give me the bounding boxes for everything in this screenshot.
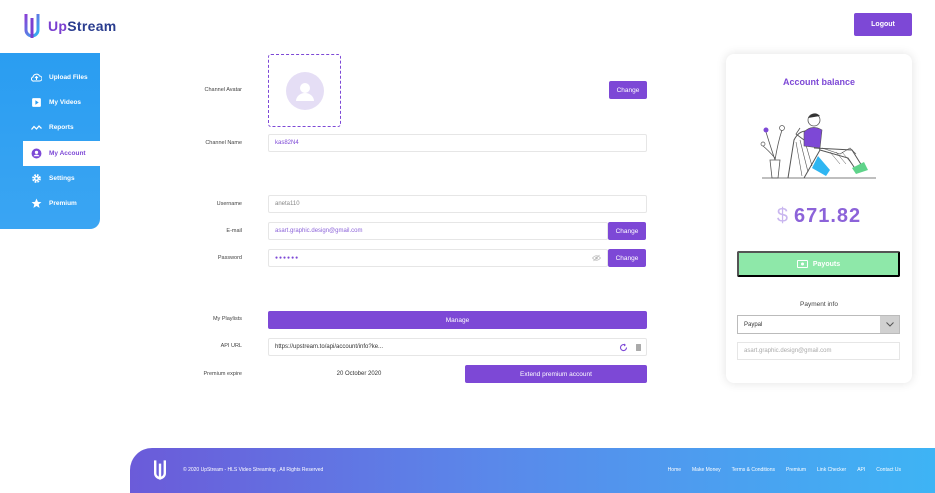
sidebar-item-label: Settings [49, 175, 75, 182]
chart-icon [31, 122, 42, 133]
email-input[interactable]: asart.graphic.design@gmail.com [268, 222, 608, 240]
change-email-button[interactable]: Change [608, 222, 646, 240]
extend-premium-button[interactable]: Extend premium account [465, 365, 647, 383]
avatar [285, 71, 324, 110]
payouts-button[interactable]: Payouts [737, 251, 900, 277]
sidebar-item-label: My Account [49, 150, 86, 157]
payment-method-value: Paypal [744, 321, 763, 328]
premium-expire-value: 20 October 2020 [336, 371, 382, 377]
brand-name: UpStream [48, 18, 117, 34]
footer-link-terms[interactable]: Terms & Conditions [732, 467, 775, 473]
user-placeholder-icon [295, 82, 314, 101]
brand-logo[interactable]: UpStream [22, 12, 117, 40]
sidebar-item-my-account[interactable]: My Account [23, 141, 100, 166]
footer-link-api[interactable]: API [857, 467, 865, 473]
password-input[interactable]: ●●●●●● [268, 249, 608, 267]
eye-slash-icon[interactable] [591, 254, 602, 264]
footer-link-premium[interactable]: Premium [786, 467, 806, 473]
password-label: Password [217, 255, 242, 261]
payouts-label: Payouts [812, 260, 841, 268]
account-balance-title: Account balance [782, 77, 856, 87]
cash-icon [796, 260, 808, 268]
sidebar-item-settings[interactable]: Settings [0, 166, 100, 191]
footer-link-link-checker[interactable]: Link Checker [817, 467, 846, 473]
change-avatar-button[interactable]: Change [609, 81, 647, 99]
footer-link-make-money[interactable]: Make Money [692, 467, 721, 473]
playlists-label: My Playlists [212, 316, 242, 322]
relaxing-person-illustration [760, 113, 876, 179]
sidebar-item-upload-files[interactable]: Upload Files [0, 65, 100, 90]
cloud-upload-icon [31, 72, 42, 83]
payment-method-select[interactable]: Paypal [737, 315, 900, 334]
footer-link-home[interactable]: Home [668, 467, 681, 473]
account-balance-card: Account balance $671.82 Payouts Payment … [726, 54, 912, 383]
balance-value: 671.82 [793, 205, 862, 227]
sidebar-item-premium[interactable]: Premium [0, 191, 100, 216]
sidebar-item-label: My Videos [49, 99, 82, 106]
video-icon [31, 97, 42, 108]
password-value: ●●●●●● [275, 255, 300, 261]
email-label: E-mail [226, 228, 242, 234]
logout-button[interactable]: Logout [854, 13, 912, 36]
sidebar-item-label: Reports [49, 124, 74, 131]
footer-link-contact-us[interactable]: Contact Us [876, 467, 901, 473]
api-url-label: API URL [220, 343, 242, 349]
footer-links: Home Make Money Terms & Conditions Premi… [657, 467, 901, 473]
balance-amount: $671.82 [726, 205, 912, 228]
username-input[interactable]: aneta110 [268, 195, 647, 213]
payment-email-input[interactable]: asart.graphic.design@gmail.com [737, 342, 900, 360]
currency-symbol: $ [776, 205, 789, 227]
channel-name-label: Channel Name [205, 140, 242, 146]
sidebar-item-my-videos[interactable]: My Videos [0, 90, 100, 115]
footer: © 2020 UpStream - HLS Video Streaming , … [130, 448, 935, 493]
refresh-icon[interactable] [619, 343, 628, 354]
user-icon [31, 148, 42, 159]
footer-logo-icon [154, 460, 166, 480]
star-icon [31, 198, 42, 209]
api-url-value: https://upstream.to/api/account/info?ke.… [275, 344, 384, 350]
sidebar: Upload Files My Videos Reports My Accoun… [0, 53, 100, 229]
copyright-text: © 2020 UpStream - HLS Video Streaming , … [183, 467, 324, 473]
api-url-input[interactable]: https://upstream.to/api/account/info?ke.… [268, 338, 647, 356]
channel-avatar-label: Channel Avatar [204, 87, 242, 93]
upstream-logo-icon [24, 14, 40, 38]
premium-expire-label: Premium expire [203, 371, 242, 377]
channel-name-input[interactable]: kas82N4 [268, 134, 647, 152]
sidebar-item-reports[interactable]: Reports [0, 115, 100, 140]
sidebar-item-label: Premium [49, 200, 77, 207]
chevron-down-icon[interactable] [880, 316, 899, 333]
gear-icon [31, 173, 42, 184]
avatar-dropzone[interactable] [268, 54, 341, 127]
payment-info-label: Payment info [800, 301, 838, 308]
manage-playlists-button[interactable]: Manage [268, 311, 647, 329]
username-label: Username [216, 201, 242, 207]
copy-icon[interactable] [635, 343, 642, 354]
change-password-button[interactable]: Change [608, 249, 646, 267]
sidebar-item-label: Upload Files [49, 74, 88, 81]
